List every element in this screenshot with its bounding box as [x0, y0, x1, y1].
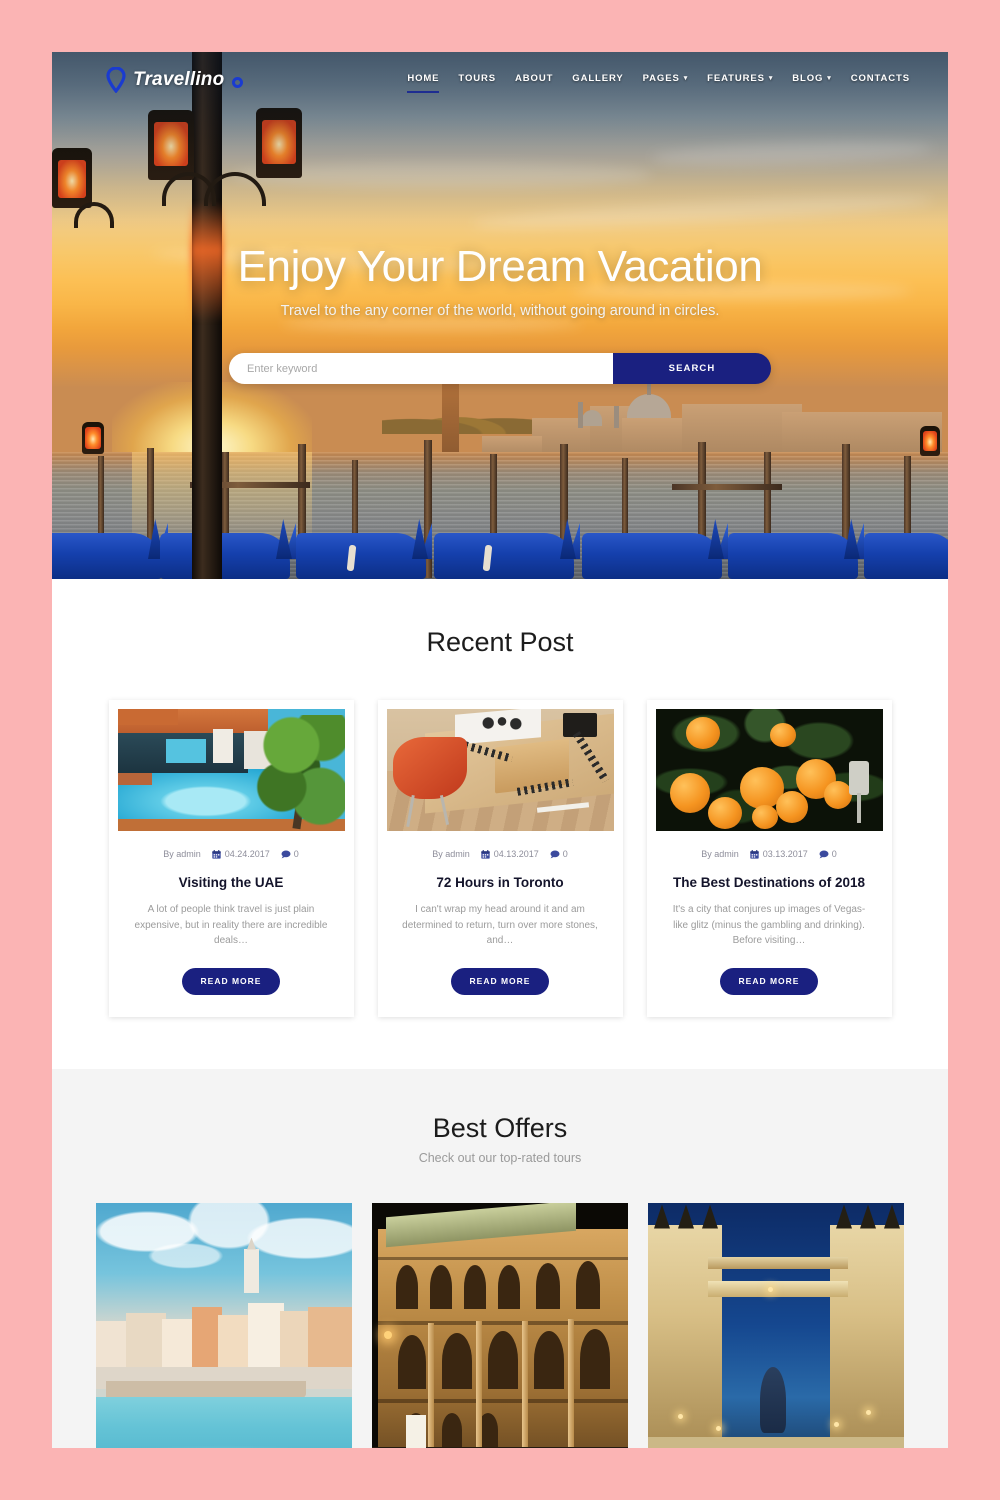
recent-post-card-list: By admin 04.24.2017 0 Visiting the UAE A… [52, 700, 948, 1017]
post-card-image[interactable] [386, 709, 614, 831]
comment-icon [819, 850, 829, 859]
post-card-meta: By admin 04.13.2017 0 [387, 849, 614, 859]
nav-item-about[interactable]: ABOUT [515, 73, 553, 87]
post-card-excerpt: It's a city that conjures up images of V… [672, 904, 866, 946]
post-card-excerpt: A lot of people think travel is just pla… [134, 904, 328, 946]
read-more-button[interactable]: READ MORE [451, 967, 549, 995]
calendar-icon [750, 849, 759, 859]
post-card[interactable]: By admin 04.13.2017 0 72 Hours in Toront… [377, 700, 623, 1017]
hero-search-bar: SEARCH [229, 353, 771, 384]
hero-content: Enjoy Your Dream Vacation Travel to the … [52, 242, 948, 384]
post-date: 04.13.2017 [481, 849, 539, 859]
nav-item-pages[interactable]: PAGES ▾ [643, 73, 688, 87]
best-offers-subtitle: Check out our top-rated tours [418, 1150, 582, 1165]
offer-card[interactable] [96, 1202, 352, 1448]
hero-section: Travellino HOME TOURS ABOUT GALLERY PAGE… [52, 52, 948, 579]
nav-item-contacts[interactable]: CONTACTS [851, 73, 910, 87]
nav-label-pages: PAGES [642, 73, 680, 84]
offer-card[interactable] [648, 1202, 904, 1448]
site-header: Travellino HOME TOURS ABOUT GALLERY PAGE… [52, 52, 948, 108]
read-more-button[interactable]: READ MORE [182, 967, 280, 995]
post-card[interactable]: By admin 03.13.2017 0 The Best Destinati… [646, 700, 892, 1017]
post-card-meta: By admin 03.13.2017 0 [656, 849, 883, 859]
post-comments-count: 0 [831, 849, 837, 859]
post-date-text: 04.24.2017 [224, 849, 270, 859]
best-offers-section: Best Offers Check out our top-rated tour… [52, 1068, 948, 1448]
page-frame: Travellino HOME TOURS ABOUT GALLERY PAGE… [52, 52, 948, 1448]
comment-icon [550, 850, 560, 859]
nav-label-blog: BLOG [792, 73, 824, 84]
map-pin-icon [106, 66, 126, 94]
recent-post-title: Recent Post [426, 627, 574, 657]
offer-image-coastal-town [96, 1202, 352, 1448]
chevron-down-icon: ▾ [683, 75, 689, 82]
search-input[interactable] [229, 353, 613, 384]
recent-post-section: Recent Post By admin 04.24.2017 0 Visiti… [52, 579, 948, 1069]
post-card-title[interactable]: The Best Destinations of 2018 [656, 875, 883, 890]
post-comments: 0 [550, 849, 568, 859]
post-date: 04.24.2017 [212, 849, 270, 859]
offer-image-tower-bridge [648, 1202, 904, 1448]
chevron-down-icon: ▾ [768, 75, 774, 82]
calendar-icon [212, 849, 221, 859]
offer-image-opera-house [372, 1202, 628, 1448]
post-card-excerpt: I can't wrap my head around it and am de… [402, 904, 598, 946]
calendar-icon [481, 849, 490, 859]
post-author: By admin [163, 849, 201, 859]
nav-item-features[interactable]: FEATURES ▾ [707, 73, 773, 87]
post-author: By admin [701, 849, 739, 859]
logo-dot-icon [232, 77, 244, 88]
nav-item-blog[interactable]: BLOG ▾ [792, 73, 831, 87]
post-card-meta: By admin 04.24.2017 0 [118, 849, 345, 859]
post-comments: 0 [281, 849, 299, 859]
read-more-button[interactable]: READ MORE [720, 967, 818, 995]
post-comments-count: 0 [562, 849, 568, 859]
nav-label-contacts: CONTACTS [850, 73, 910, 84]
nav-item-home[interactable]: HOME [407, 73, 440, 93]
hero-title: Enjoy Your Dream Vacation [237, 242, 763, 291]
nav-label-tours: TOURS [458, 73, 497, 84]
post-date-text: 04.13.2017 [493, 849, 539, 859]
post-card[interactable]: By admin 04.24.2017 0 Visiting the UAE A… [108, 700, 354, 1017]
post-comments-count: 0 [293, 849, 299, 859]
nav-label-gallery: GALLERY [572, 73, 624, 84]
nav-label-home: HOME [407, 73, 440, 84]
comment-icon [281, 850, 291, 859]
main-navigation: HOME TOURS ABOUT GALLERY PAGES ▾ FEATURE… [407, 73, 910, 93]
best-offers-grid [52, 1202, 948, 1448]
post-card-title[interactable]: Visiting the UAE [118, 875, 345, 890]
post-card-image[interactable] [117, 709, 345, 831]
nav-label-about: ABOUT [515, 73, 554, 84]
nav-item-gallery[interactable]: GALLERY [572, 73, 623, 87]
chevron-down-icon: ▾ [827, 75, 832, 82]
nav-item-tours[interactable]: TOURS [458, 73, 496, 87]
best-offers-title: Best Offers [432, 1112, 568, 1143]
offer-card[interactable] [372, 1202, 628, 1448]
site-logo[interactable]: Travellino [106, 66, 244, 94]
post-author: By admin [432, 849, 470, 859]
search-button[interactable]: SEARCH [613, 353, 771, 384]
post-card-title[interactable]: 72 Hours in Toronto [387, 875, 614, 890]
post-comments: 0 [819, 849, 837, 859]
logo-text: Travellino [133, 69, 225, 90]
hero-subtitle: Travel to the any corner of the world, w… [280, 303, 720, 319]
post-date: 03.13.2017 [750, 849, 808, 859]
nav-label-features: FEATURES [707, 73, 765, 84]
post-date-text: 03.13.2017 [762, 849, 808, 859]
post-card-image[interactable] [655, 709, 883, 831]
